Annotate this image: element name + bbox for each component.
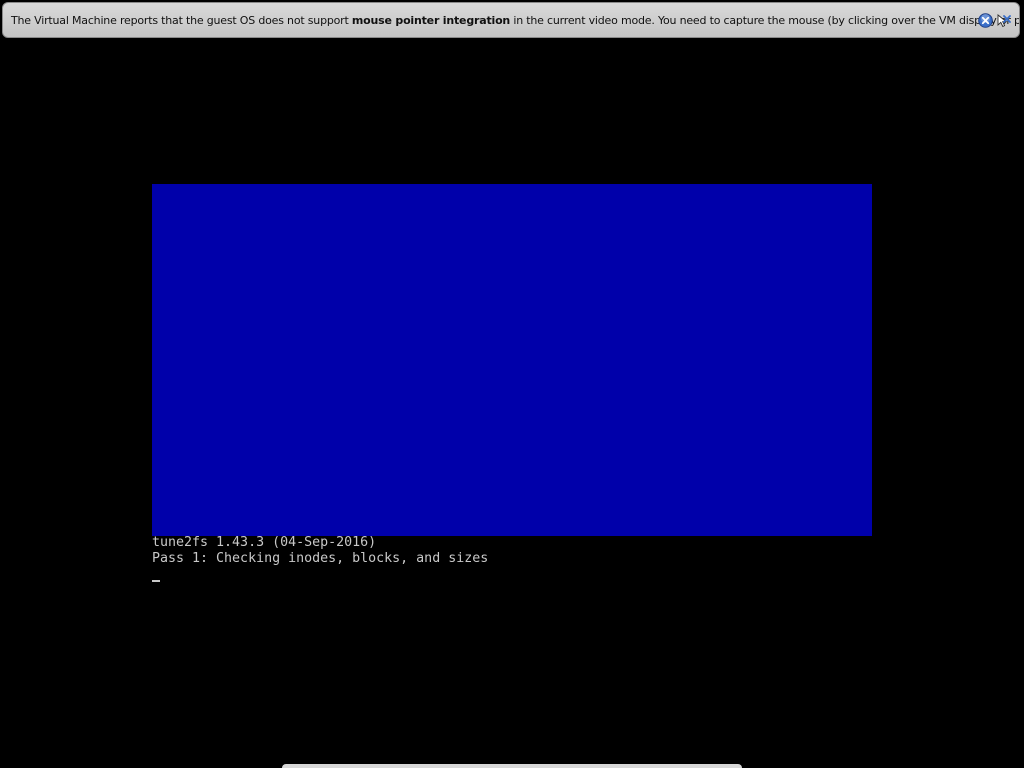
close-icon [978,13,993,28]
message-text-end: in the current video mode. You need to c… [510,14,1020,27]
vm-screen[interactable]: The Virtual Machine reports that the gue… [0,0,1024,768]
bottom-toolbar-edge [282,764,742,768]
message-text-start: The Virtual Machine reports that the gue… [11,14,352,27]
console-line: Pass 1: Checking inodes, blocks, and siz… [152,551,489,566]
do-not-show-again-button[interactable] [996,13,1011,28]
console-blue-panel [152,184,872,536]
close-notification-button[interactable] [978,13,993,28]
console-line: tune2fs 1.43.3 (04-Sep-2016) [152,535,377,550]
mouse-integration-notification: The Virtual Machine reports that the gue… [2,2,1020,38]
do-not-show-again-icon [997,14,1011,28]
text-cursor [152,580,160,582]
message-text-bold: mouse pointer integration [351,14,511,27]
notification-message: The Virtual Machine reports that the gue… [11,14,1020,27]
